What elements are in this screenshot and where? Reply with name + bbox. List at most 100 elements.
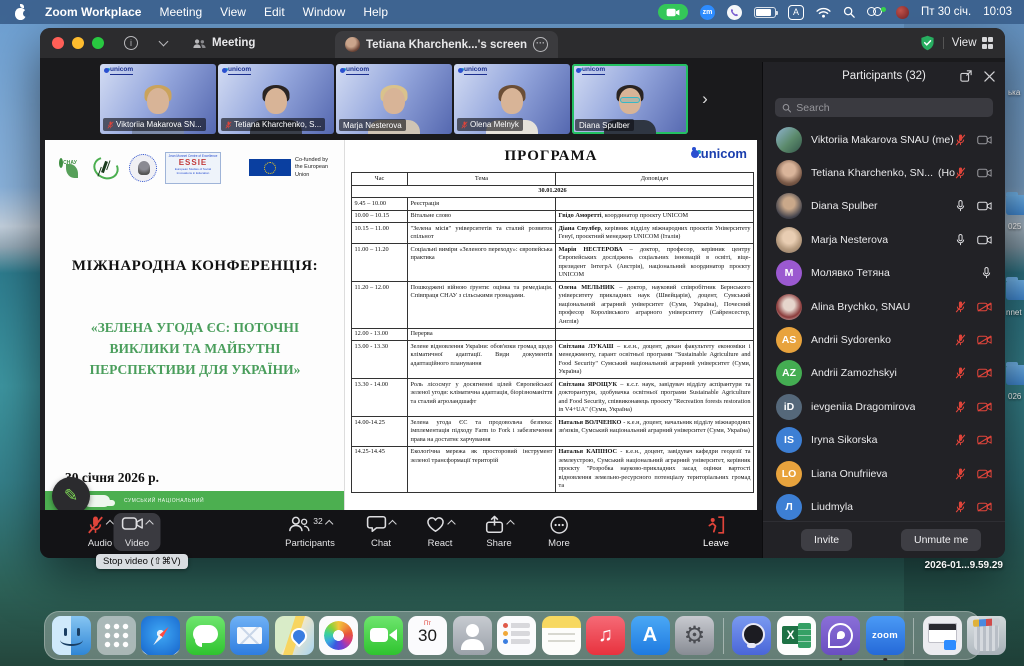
menu-window[interactable]: Window [303,5,346,19]
tab-meeting[interactable]: Meeting [193,37,255,49]
participants-button[interactable]: 32 Participants [285,515,335,549]
leave-button[interactable]: Leave [703,515,729,549]
user-switch-icon[interactable] [867,5,884,19]
close-panel-icon[interactable] [984,71,995,82]
launchpad-dock-icon[interactable] [97,616,136,655]
chat-options-caret[interactable] [388,520,396,528]
popout-panel-icon[interactable] [960,70,972,82]
menubar-time[interactable]: 10:03 [983,6,1012,18]
participant-row[interactable]: IS Iryna Sikorska [763,424,1005,457]
participant-row[interactable]: AS Andrii Sydorenko [763,323,1005,356]
chevron-down-icon[interactable] [159,37,169,47]
viber-menubar-icon[interactable] [727,5,742,20]
minimize-window-button[interactable] [72,37,84,49]
zoom-dock-icon[interactable]: zoom [866,616,905,655]
security-shield-icon[interactable] [920,35,935,51]
camera-off-icon [977,502,992,512]
safari-dock-icon[interactable] [141,616,180,655]
input-source-indicator[interactable]: A [788,5,804,20]
facetime-dock-icon[interactable] [364,616,403,655]
meeting-info-icon[interactable]: i [124,36,138,50]
menu-help[interactable]: Help [363,5,388,19]
share-button[interactable]: Share [485,515,514,549]
contacts-dock-icon[interactable] [453,616,492,655]
participant-row[interactable]: M Молявко Тетяна [763,257,1005,290]
video-tile[interactable]: unicom Viktoriia Makarova SN... [100,64,216,134]
menu-view[interactable]: View [220,5,246,19]
annotate-pencil-button[interactable]: ✎ [52,477,90,510]
search-input[interactable] [796,102,986,114]
mail-dock-icon[interactable] [230,616,269,655]
settings-dock-icon[interactable]: ⚙ [675,616,714,655]
tab-options-icon[interactable]: ··· [533,37,548,52]
desktop-folder[interactable] [1006,280,1024,300]
desktop-folder[interactable] [1006,195,1024,215]
video-options-caret[interactable] [145,520,153,528]
participant-row[interactable]: Л Liudmyla [763,490,1005,523]
excel-dock-icon[interactable] [777,616,816,655]
calendar-dock-icon[interactable]: Пт30 [408,616,447,655]
app-store-dock-icon[interactable]: A [631,616,670,655]
audio-button[interactable]: Audio [87,515,113,549]
participant-row[interactable]: iD ievgeniia Dragomirova [763,390,1005,423]
trash-dock-icon[interactable] [967,616,1006,655]
desktop-folder[interactable] [1006,365,1024,385]
chat-button[interactable]: Chat [367,515,396,549]
homepod-dock-icon[interactable] [732,616,771,655]
view-button[interactable]: View [952,37,993,49]
snau-logo: СНАУ [53,151,83,185]
avatar: IS [776,427,802,453]
camera-off-icon [977,135,992,145]
unicom-logo: unicom [691,146,747,161]
participant-row[interactable]: LO Liana Onufriieva [763,457,1005,490]
messages-dock-icon[interactable] [186,616,225,655]
camera-off-icon [977,168,992,178]
participants-search[interactable] [775,98,993,117]
status-tray-icon[interactable] [896,6,909,19]
battery-indicator[interactable] [754,7,776,18]
video-tile[interactable]: unicom Tetiana Kharchenko, S... [218,64,334,134]
window-preview-dock-icon[interactable] [923,616,962,655]
menu-app-name[interactable]: Zoom Workplace [45,5,141,19]
wifi-icon[interactable] [816,7,831,18]
video-tile-active-speaker[interactable]: unicom Diana Spulber [572,64,688,134]
participants-options-caret[interactable] [324,520,332,528]
menu-edit[interactable]: Edit [264,5,285,19]
participant-row[interactable]: Diana Spulber [763,190,1005,223]
fullscreen-window-button[interactable] [92,37,104,49]
participant-row[interactable]: Marja Nesterova [763,223,1005,256]
viber-dock-icon[interactable] [821,616,860,655]
more-button[interactable]: More [548,515,570,549]
react-button[interactable]: React [426,515,455,549]
maps-dock-icon[interactable] [275,616,314,655]
video-tile[interactable]: unicom Marja Nesterova [336,64,452,134]
participant-name: Viktoriia Makarova SNAU (me) [811,134,954,146]
invite-button[interactable]: Invite [801,529,852,551]
music-dock-icon[interactable]: ♫ [586,616,625,655]
participant-row[interactable]: Tetiana Kharchenko, SN... (Host) ▣ [763,156,1005,189]
menubar-date[interactable]: Пт 30 січ. [921,6,971,18]
reminders-dock-icon[interactable] [497,616,536,655]
close-window-button[interactable] [52,37,64,49]
zoom-menubar-icon[interactable]: zm [700,5,715,20]
unmute-me-button[interactable]: Unmute me [901,529,981,551]
share-options-caret[interactable] [506,520,514,528]
participant-row[interactable]: Viktoriia Makarova SNAU (me) [763,123,1005,156]
apple-menu-icon[interactable] [14,5,27,20]
tab-meeting-label: Meeting [212,37,255,49]
photos-dock-icon[interactable] [319,616,358,655]
strip-next-button[interactable]: › [695,82,715,116]
search-icon [782,103,791,113]
participant-row[interactable]: Alina Brychko, SNAU [763,290,1005,323]
react-options-caret[interactable] [447,520,455,528]
muted-mic-icon [955,500,966,514]
finder-dock-icon[interactable] [52,616,91,655]
video-button[interactable]: Video [114,513,161,551]
spotlight-search-icon[interactable] [843,6,855,18]
notes-dock-icon[interactable] [542,616,581,655]
video-tile[interactable]: unicom Olena Melnyk [454,64,570,134]
menu-meeting[interactable]: Meeting [159,5,202,19]
participant-row[interactable]: AZ Andrii Zamozhskyi [763,357,1005,390]
camera-active-indicator[interactable] [658,4,688,20]
tab-shared-screen[interactable]: Tetiana Kharchenk...'s screen ··· [335,31,558,58]
